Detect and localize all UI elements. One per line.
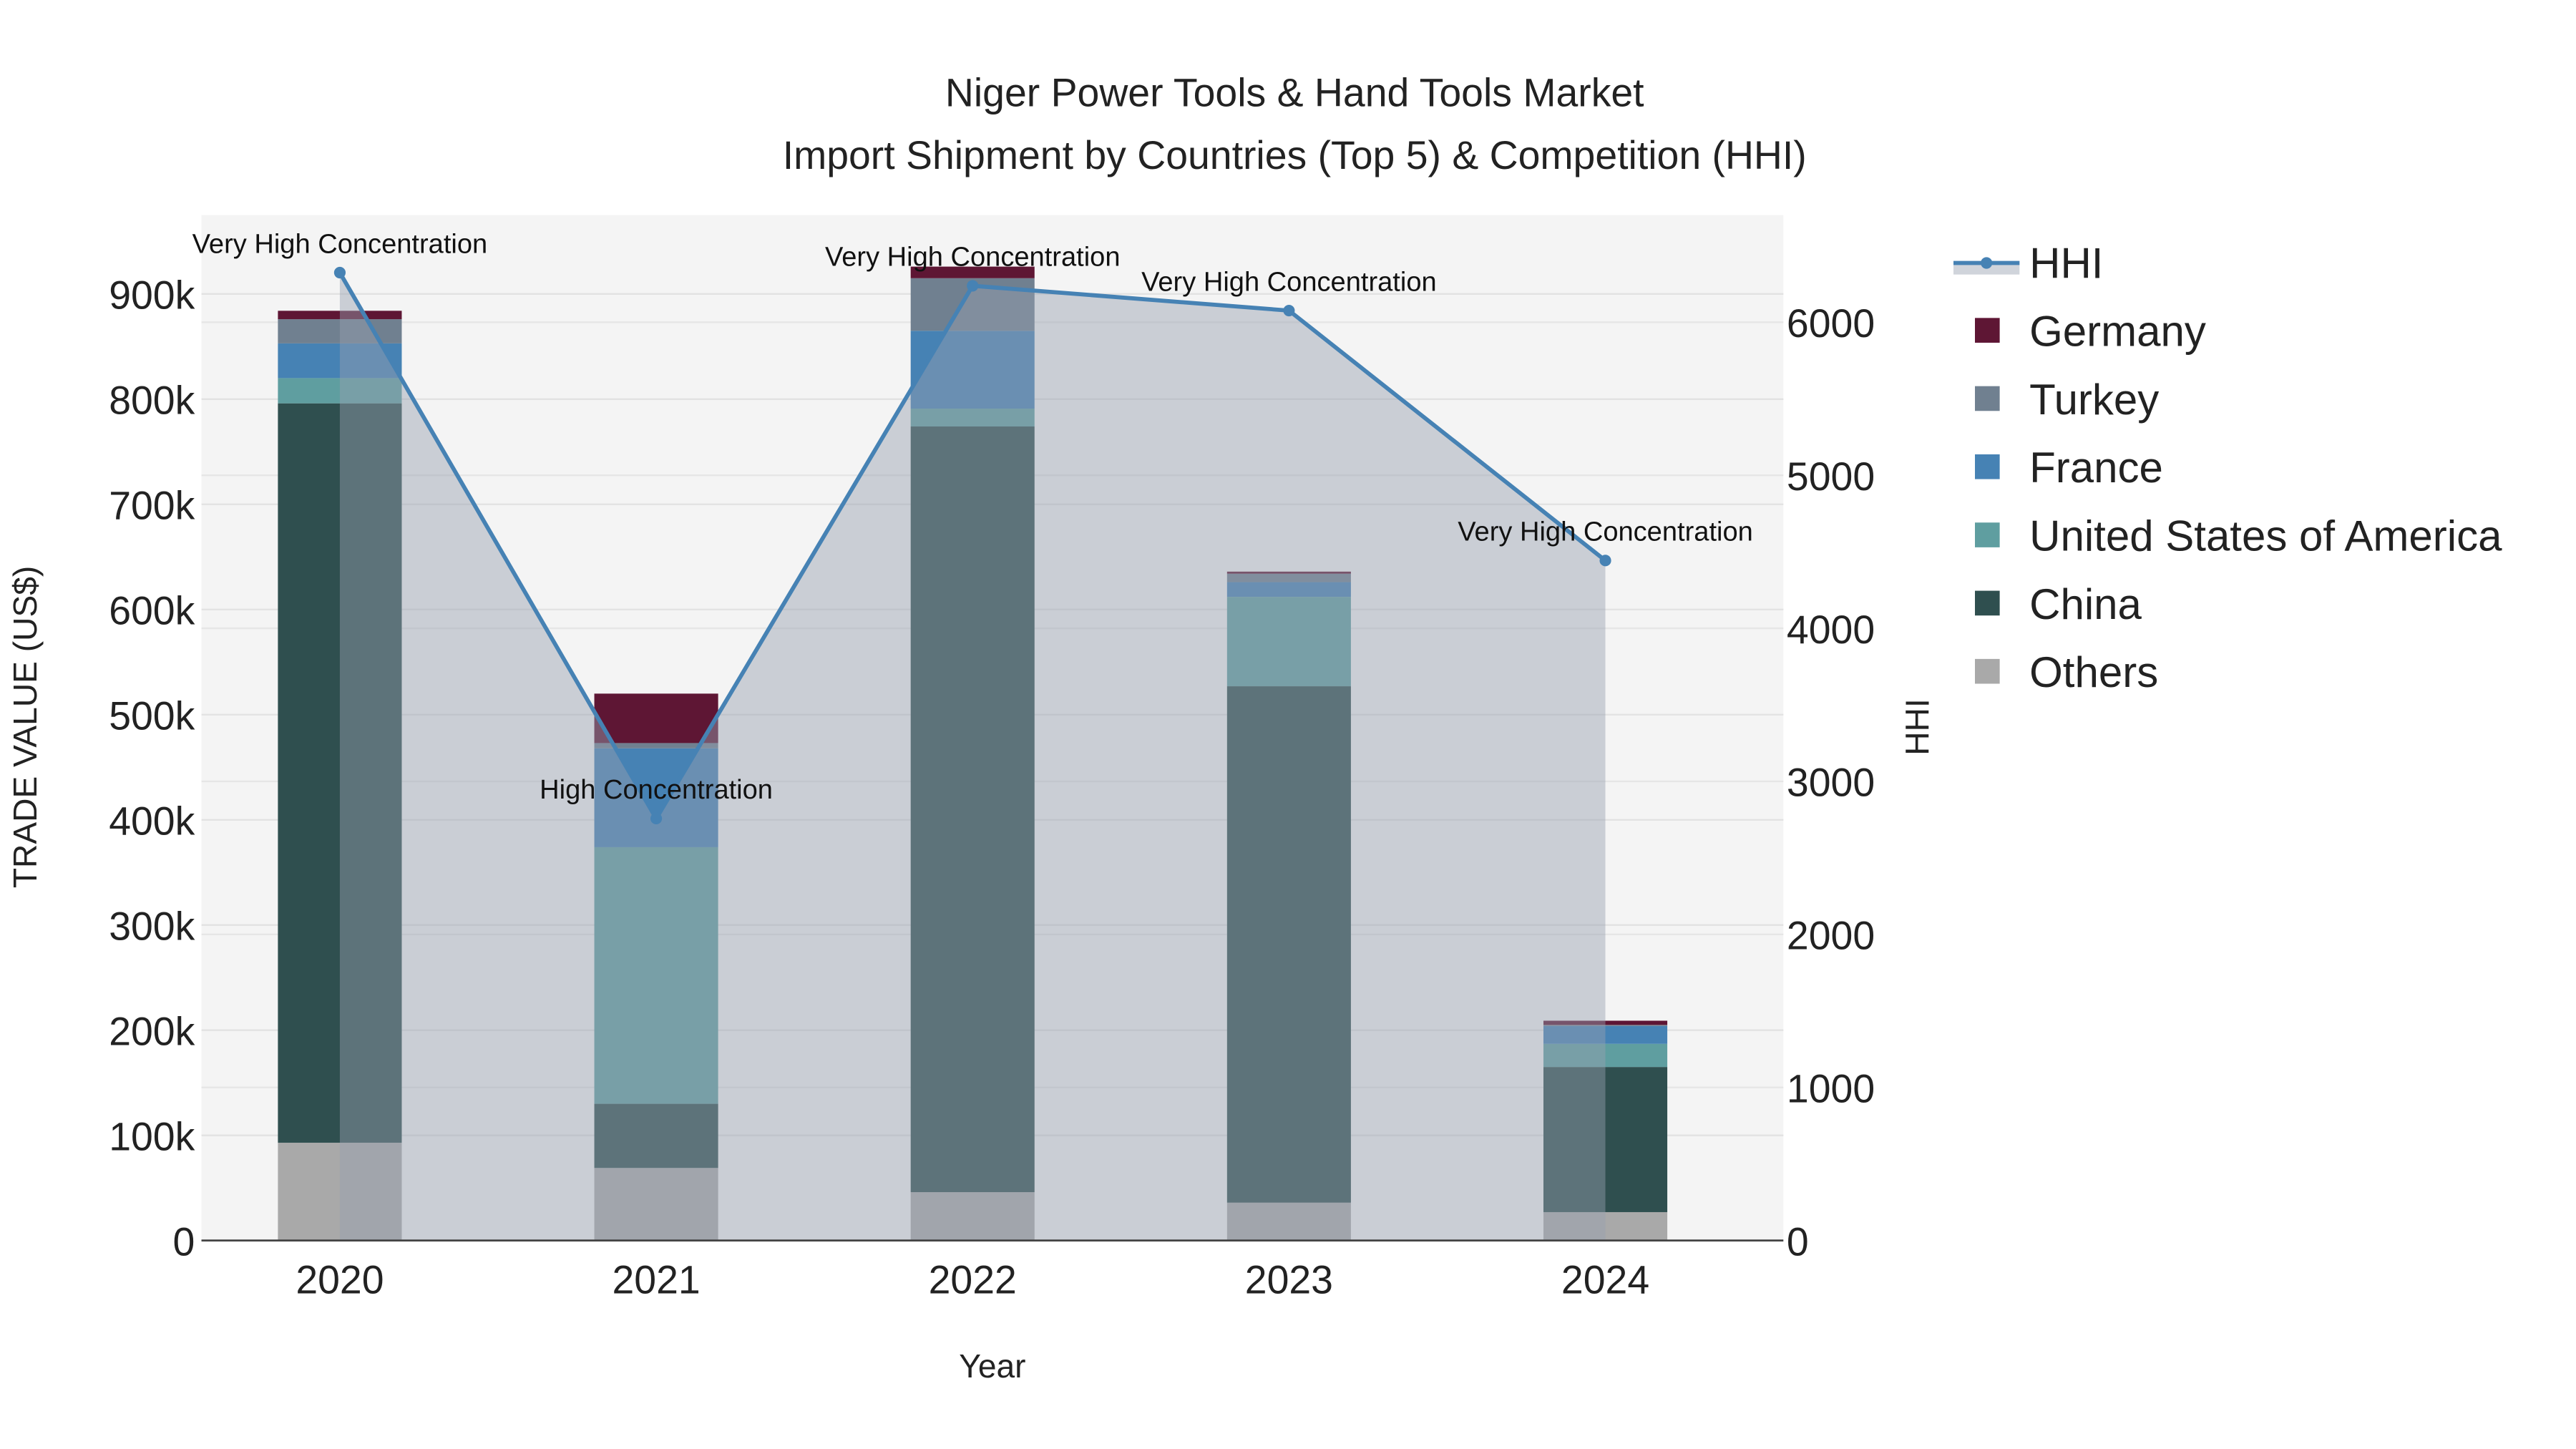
y2-tick-label: 6000: [1787, 301, 1875, 346]
y-tick-label: 400k: [109, 799, 195, 843]
annotation-2023: Very High Concentration: [1141, 267, 1437, 297]
y-tick-label: 700k: [109, 484, 195, 528]
legend-label: Germany: [2029, 308, 2206, 356]
legend-swatch-turkey: [1975, 386, 2000, 411]
x-tick-label: 2023: [1245, 1258, 1333, 1302]
y-tick-label: 0: [172, 1219, 195, 1264]
x-tick-label: 2024: [1561, 1258, 1649, 1302]
y2-axis-title: HHI: [1898, 698, 1936, 755]
legend-swatch-others: [1975, 658, 2000, 684]
x-tick-label: 2022: [929, 1258, 1017, 1302]
y-axis-title: TRADE VALUE (US$): [6, 566, 44, 888]
y-tick-label: 200k: [109, 1009, 195, 1053]
y-tick-label: 900k: [109, 273, 195, 318]
y2-tick-label: 0: [1787, 1219, 1809, 1264]
legend-label: United States of America: [2029, 512, 2502, 560]
legend-label: Turkey: [2029, 376, 2159, 424]
hhi-point-2021: [650, 812, 663, 825]
y-tick-label: 300k: [109, 904, 195, 948]
y-tick-label: 100k: [109, 1114, 195, 1158]
legend-swatch-germany: [1975, 318, 2000, 343]
legend-swatch-france: [1975, 454, 2000, 479]
y2-tick-label: 4000: [1787, 608, 1875, 652]
x-tick-label: 2021: [612, 1258, 700, 1302]
legend-label: Others: [2029, 648, 2158, 696]
hhi-point-2024: [1599, 555, 1611, 567]
legend-label: HHI: [2029, 239, 2103, 287]
chart: 0 100k 200k 300k 400k 500k 600k 700k 800k 900k 0 1…: [0, 0, 2576, 1449]
y2-tick-label: 3000: [1787, 761, 1875, 805]
hhi-point-2023: [1283, 304, 1295, 317]
x-axis-title: Year: [959, 1347, 1025, 1385]
annotation-2020: Very High Concentration: [192, 229, 488, 259]
y2-tick-label: 1000: [1787, 1067, 1875, 1111]
chart-title-line2: Import Shipment by Countries (Top 5) & C…: [783, 133, 1807, 177]
hhi-point-2020: [333, 266, 346, 279]
y-tick-label: 800k: [109, 379, 195, 423]
bar-germany-2021: [594, 693, 718, 743]
legend-label: France: [2029, 444, 2163, 492]
chart-title-line1: Niger Power Tools & Hand Tools Market: [945, 70, 1644, 114]
y-tick-label: 600k: [109, 589, 195, 633]
y2-tick-label: 5000: [1787, 454, 1875, 499]
annotation-2022: Very High Concentration: [825, 243, 1121, 273]
legend-swatch-united-states-of-america: [1975, 522, 2000, 547]
annotation-2021: High Concentration: [540, 775, 773, 805]
x-tick-label: 2020: [296, 1258, 384, 1302]
y2-tick-label: 2000: [1787, 914, 1875, 958]
legend-label: China: [2029, 580, 2142, 628]
hhi-point-2022: [967, 280, 979, 292]
y-tick-label: 500k: [109, 694, 195, 738]
legend-swatch-china: [1975, 590, 2000, 616]
annotation-2024: Very High Concentration: [1458, 517, 1753, 547]
legend-hhi-marker: [1981, 257, 1993, 269]
